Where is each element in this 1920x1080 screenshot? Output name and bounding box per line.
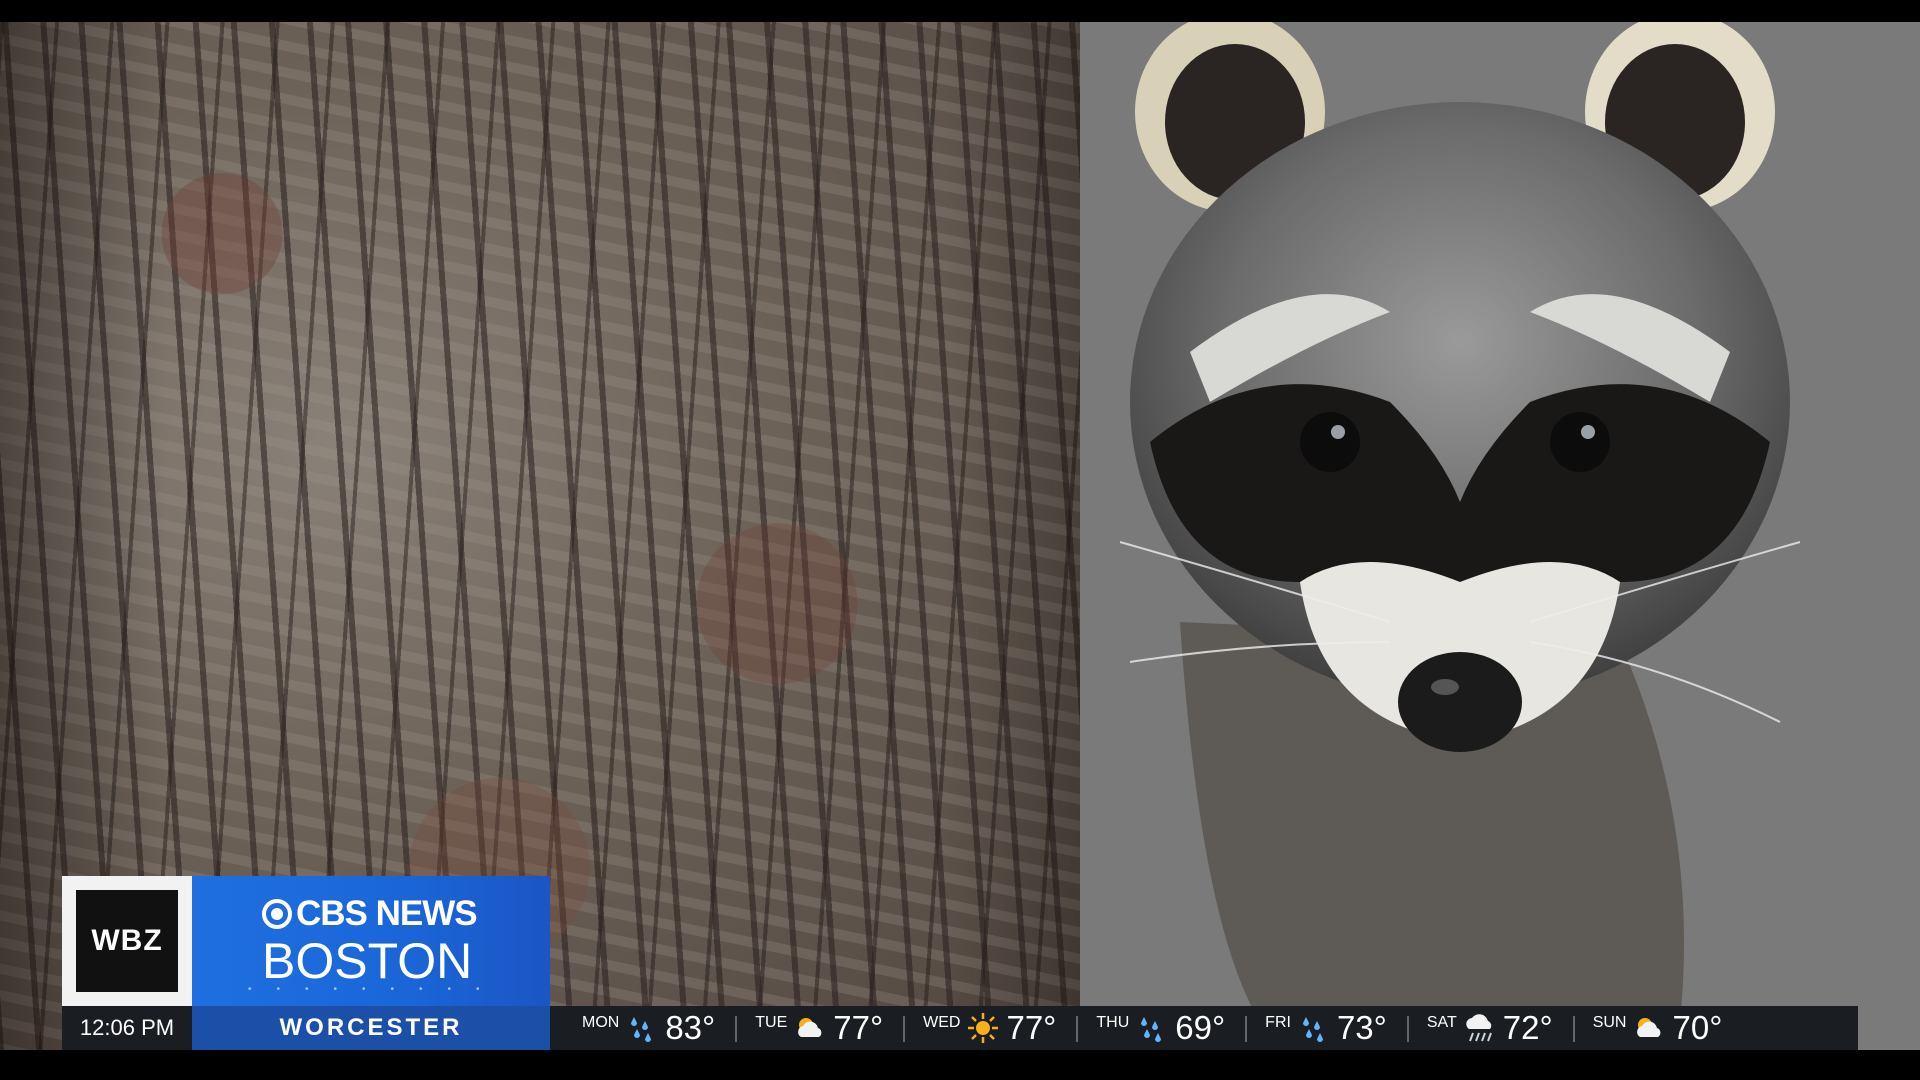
rain-icon (1135, 1011, 1169, 1045)
rain-icon (625, 1011, 659, 1045)
city-name: BOSTON (262, 933, 473, 989)
partly-cloudy-icon (793, 1011, 827, 1045)
forecast-temp: 77° (1006, 1009, 1057, 1046)
forecast-day-label: SAT (1426, 1014, 1457, 1031)
forecast-day-mon: MON 83° (562, 1006, 735, 1050)
forecast-day-label: WED (923, 1014, 961, 1031)
rain-cloud-icon (1463, 1011, 1497, 1045)
network-name: CBS NEWS (296, 894, 478, 933)
forecast-day-label: THU (1096, 1014, 1130, 1031)
forecast-day-wed: WED 77° (903, 1006, 1076, 1050)
forecast-day-label: SUN (1592, 1014, 1627, 1031)
forecast-day-sat: SAT 72° (1406, 1006, 1573, 1050)
wbz-logo-text: WBZ (76, 890, 178, 992)
forecast-temp: 69° (1175, 1009, 1226, 1046)
station-logo: WBZ (62, 876, 192, 1006)
forecast-day-fri: FRI 73° (1245, 1006, 1407, 1050)
network-branding: CBS NEWS BOSTON ••••••••• (192, 876, 550, 1006)
forecast-day-label: MON (582, 1014, 620, 1031)
forecast-day-tue: TUE 77° (735, 1006, 903, 1050)
weather-ticker: 12:06 PM WORCESTER MON 83° TUE 77° WED 77° THU… (62, 1006, 1858, 1050)
forecast-day-label: FRI (1265, 1014, 1291, 1031)
partly-cloudy-icon (1632, 1011, 1666, 1045)
forecast-temp: 77° (833, 1009, 884, 1046)
letterbox-bottom (0, 1050, 1920, 1080)
current-time: 12:06 PM (79, 1015, 175, 1040)
rain-icon (1297, 1011, 1331, 1045)
sun-icon (966, 1011, 1000, 1045)
decorative-dots: ••••••••• (248, 984, 505, 995)
forecast-strip: MON 83° TUE 77° WED 77° THU 69° FRI 73° SAT 72° SUN 7… (562, 1006, 1742, 1050)
forecast-temp: 70° (1672, 1009, 1723, 1046)
forecast-temp: 83° (665, 1009, 716, 1046)
forecast-day-thu: THU 69° (1076, 1006, 1245, 1050)
forecast-location: WORCESTER (192, 1006, 550, 1050)
forecast-day-label: TUE (755, 1014, 788, 1031)
forecast-temp: 73° (1336, 1009, 1387, 1046)
forecast-day-sun: SUN 70° (1572, 1006, 1743, 1050)
cbs-eye-icon (262, 899, 292, 929)
raccoon-image (1119, 22, 1801, 1022)
forecast-temp: 72° (1502, 1009, 1553, 1046)
